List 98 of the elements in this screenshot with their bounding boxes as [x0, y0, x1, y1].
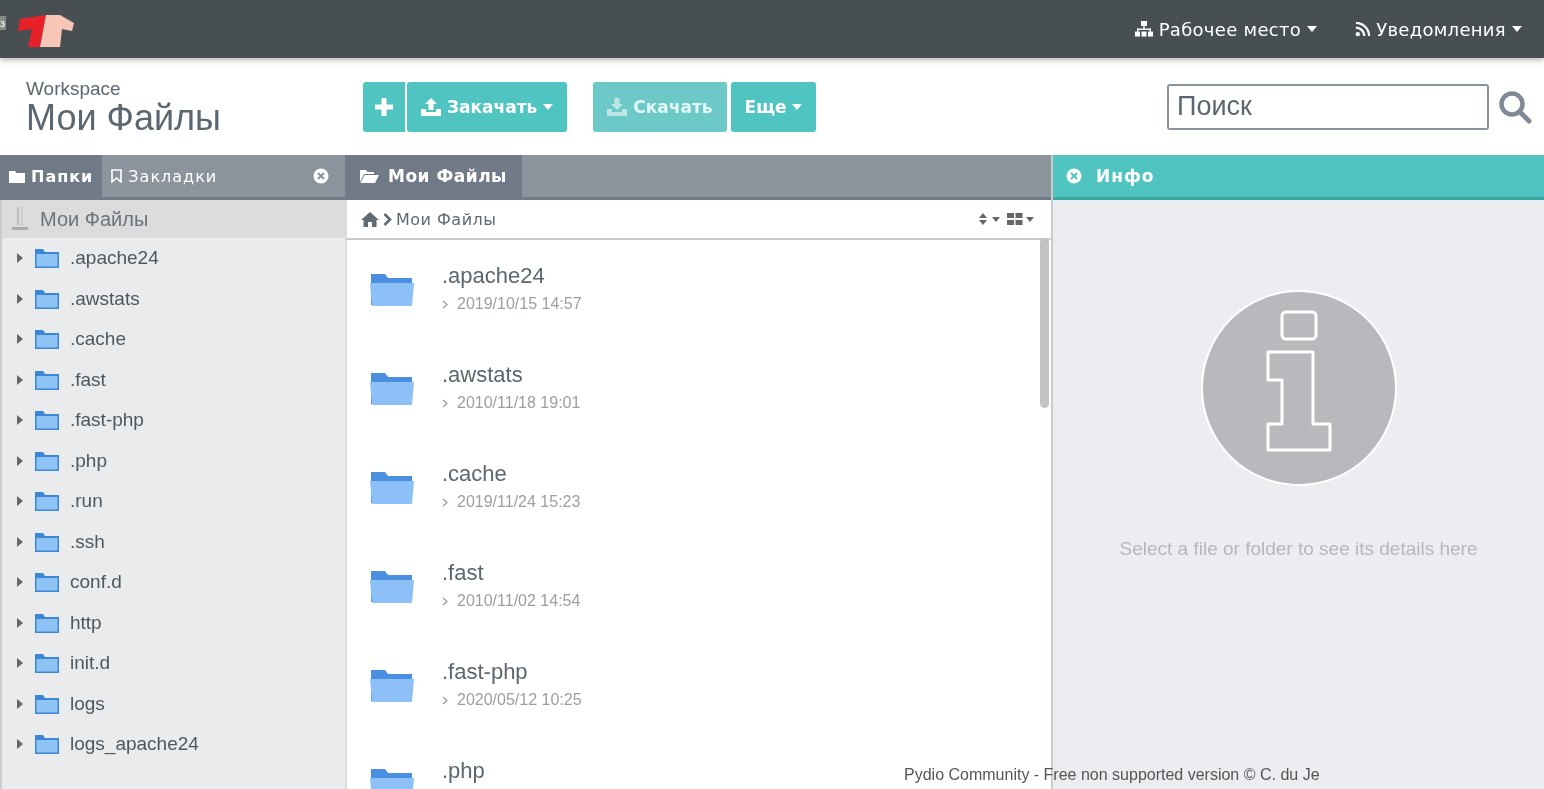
- tree-item[interactable]: logs_apache24: [2, 724, 345, 765]
- folder-icon: [34, 449, 60, 472]
- chevron-icon: [442, 596, 448, 606]
- home-icon[interactable]: [361, 211, 379, 227]
- topbar-menu[interactable]: Уведомления: [1355, 18, 1522, 40]
- folder-icon: [34, 571, 60, 594]
- tree-item[interactable]: .run: [2, 481, 345, 522]
- drive-icon: [10, 207, 30, 231]
- grid-view-icon[interactable]: [1007, 213, 1037, 225]
- folder-icon: [370, 568, 414, 604]
- file-name: .cache: [442, 461, 508, 487]
- folder-icon: [34, 490, 60, 513]
- caret-icon: [1307, 26, 1318, 32]
- file-item[interactable]: .apache24 2019/10/15 14:57: [442, 263, 582, 313]
- main-tab[interactable]: Мои Файлы: [345, 155, 522, 197]
- download-icon: [607, 97, 628, 116]
- folder-icon: [34, 530, 60, 553]
- info-icon: [1200, 290, 1397, 486]
- workspace-label: Workspace: [26, 77, 122, 100]
- tree-item[interactable]: .php: [2, 440, 345, 481]
- folder-icon: [370, 271, 414, 307]
- file-date: 2010/11/18 19:01: [457, 394, 581, 412]
- folder-icon: [34, 247, 60, 270]
- folder-icon: [34, 328, 60, 351]
- file-name: .php: [442, 758, 485, 784]
- file-date: 2010/11/02 14:54: [457, 592, 581, 610]
- upload-icon: [421, 97, 441, 116]
- caret-right-icon[interactable]: [16, 496, 24, 507]
- sitemap-icon: [1134, 21, 1153, 37]
- chevron-icon: [442, 398, 448, 408]
- file-name: .apache24: [442, 263, 546, 289]
- tree-item[interactable]: .awstats: [2, 278, 345, 319]
- footer-text: Pydio Community - Free non supported version © C. du Je: [904, 766, 1320, 784]
- search-field[interactable]: Поиск: [1167, 83, 1489, 130]
- tree-item[interactable]: .fast: [2, 359, 345, 400]
- chevron-icon: [442, 497, 448, 507]
- scrollbar[interactable]: [1040, 238, 1049, 408]
- folder-icon: [9, 169, 25, 183]
- file-date: 2020/05/12 10:25: [457, 691, 582, 709]
- file-item[interactable]: .fast 2010/11/02 14:54: [442, 560, 581, 610]
- chevron-icon: [383, 212, 392, 226]
- search-icon[interactable]: [1498, 89, 1532, 124]
- sort-icon[interactable]: [979, 213, 1003, 225]
- file-name: .fast: [442, 560, 485, 586]
- caret-right-icon[interactable]: [16, 293, 24, 304]
- chevron-icon: [442, 695, 448, 705]
- page-title: Мои Файлы: [26, 99, 222, 136]
- sidebar-tab[interactable]: Закладки: [102, 155, 227, 197]
- tree-item[interactable]: .cache: [2, 319, 345, 360]
- folder-icon: [370, 370, 414, 406]
- file-item[interactable]: .fast-php 2020/05/12 10:25: [442, 659, 582, 709]
- plus-icon: [375, 97, 393, 116]
- folder-icon: [370, 667, 414, 703]
- chevron-icon: [442, 299, 448, 309]
- folder-icon: [34, 692, 60, 715]
- tree-item[interactable]: .apache24: [2, 238, 345, 279]
- file-item[interactable]: .cache 2019/11/24 15:23: [442, 461, 581, 511]
- tree-item[interactable]: http: [2, 602, 345, 643]
- folder-icon: [34, 652, 60, 675]
- folder-icon: [34, 409, 60, 432]
- folder-icon: [360, 169, 379, 183]
- info-panel-title: Инфо: [1096, 166, 1155, 186]
- caret-right-icon[interactable]: [16, 455, 24, 466]
- caret-right-icon[interactable]: [16, 334, 24, 345]
- file-name: .awstats: [442, 362, 524, 388]
- file-item[interactable]: .awstats 2010/11/18 19:01: [442, 362, 581, 412]
- bookmark-icon: [111, 169, 123, 183]
- caret-right-icon[interactable]: [16, 739, 24, 750]
- edge-fragment: з: [0, 16, 6, 30]
- tree-item[interactable]: init.d: [2, 643, 345, 684]
- caret-right-icon[interactable]: [16, 658, 24, 669]
- topbar-menu[interactable]: Рабочее место: [1134, 18, 1318, 40]
- tree-item[interactable]: .fast-php: [2, 400, 345, 441]
- rss-icon: [1355, 21, 1371, 37]
- breadcrumb-link[interactable]: Мои Файлы: [396, 209, 497, 229]
- file-date: 2019/10/15 14:57: [457, 295, 582, 313]
- caret-right-icon[interactable]: [16, 253, 24, 264]
- file-name: .fast-php: [442, 659, 529, 685]
- tree-root-item[interactable]: Мои Файлы: [2, 200, 345, 238]
- file-date: 2019/11/24 15:23: [457, 493, 581, 511]
- folder-icon: [370, 469, 414, 505]
- caret-right-icon[interactable]: [16, 536, 24, 547]
- folder-icon: [34, 733, 60, 756]
- folder-icon: [34, 368, 60, 391]
- folder-icon: [34, 287, 60, 310]
- caret-right-icon[interactable]: [16, 374, 24, 385]
- tree-item[interactable]: .ssh: [2, 521, 345, 562]
- caret-right-icon[interactable]: [16, 577, 24, 588]
- close-icon[interactable]: [313, 168, 329, 184]
- info-message: Select a file or folder to see its details here: [1119, 538, 1478, 560]
- caret-right-icon[interactable]: [16, 698, 24, 709]
- folder-icon: [34, 611, 60, 634]
- tree-item[interactable]: logs: [2, 683, 345, 724]
- caret-right-icon[interactable]: [16, 415, 24, 426]
- sidebar-tab[interactable]: Папки: [0, 155, 103, 197]
- tree-item[interactable]: conf.d: [2, 562, 345, 603]
- caret-icon: [1512, 26, 1522, 32]
- caret-right-icon[interactable]: [16, 617, 24, 628]
